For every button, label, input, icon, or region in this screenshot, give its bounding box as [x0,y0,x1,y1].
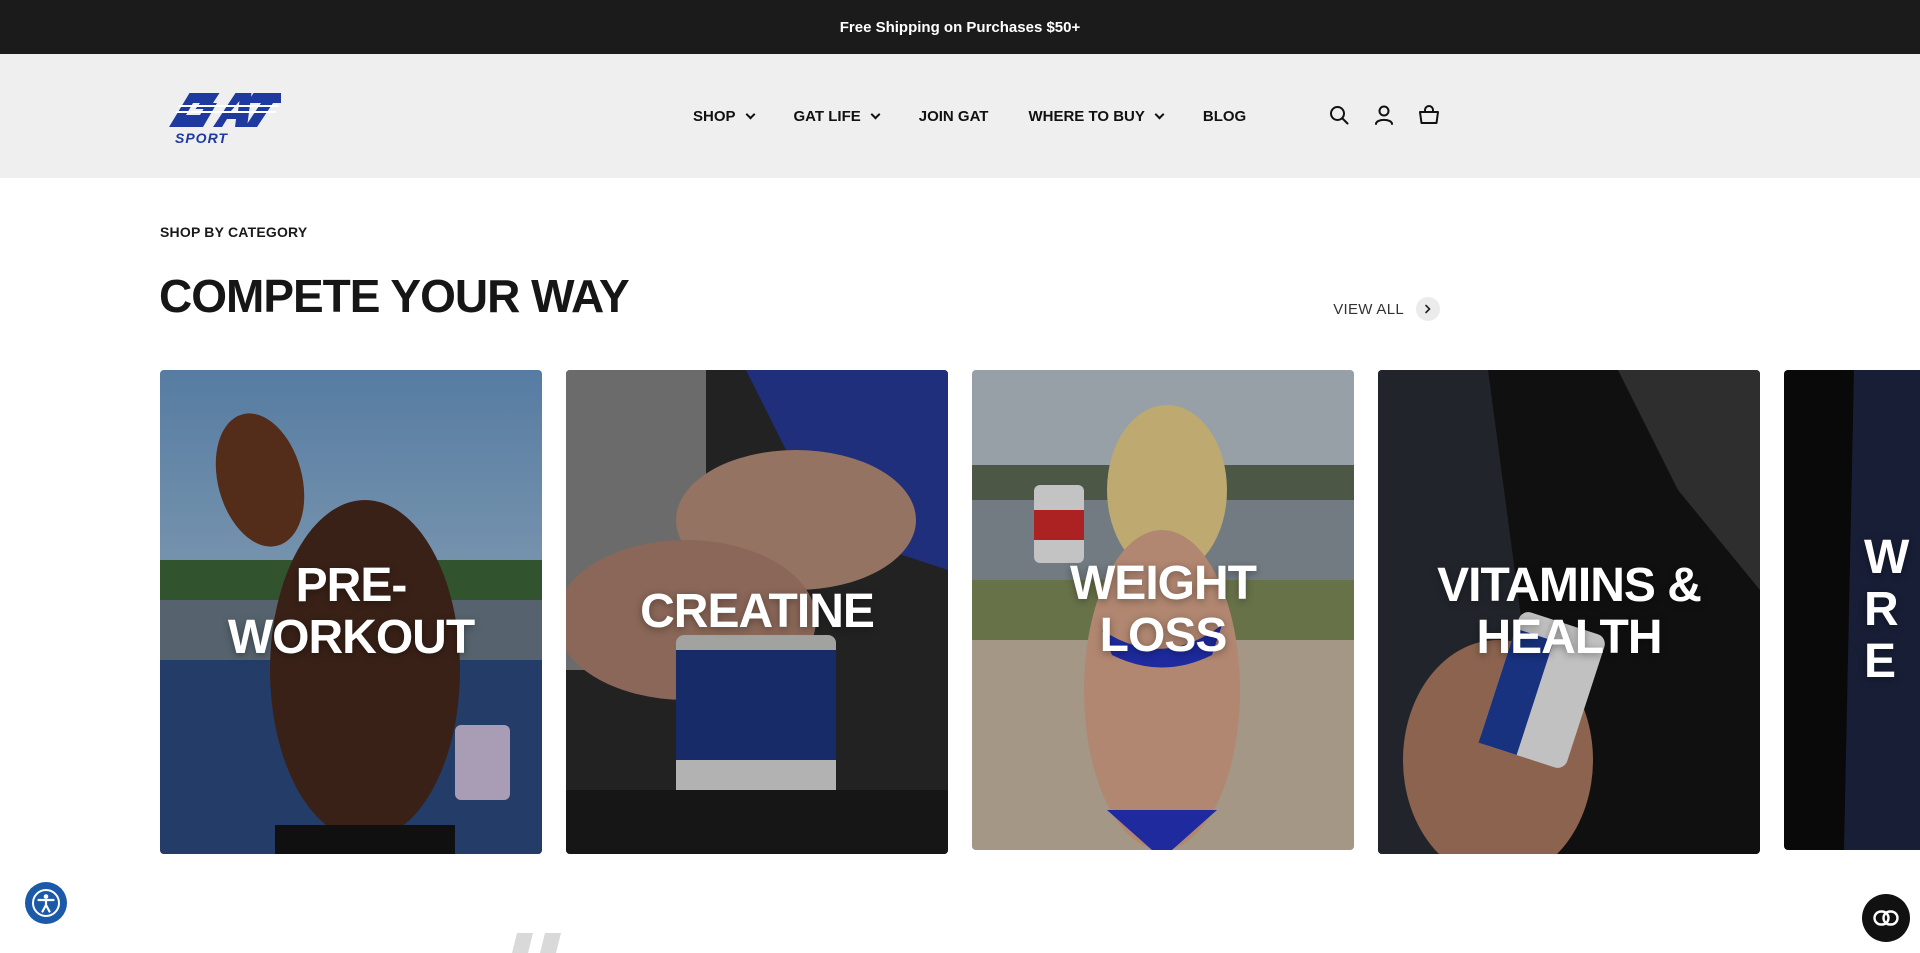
header-actions [1326,102,1442,128]
category-card-weight-loss[interactable]: WEIGHT LOSS [972,370,1354,850]
cart-icon[interactable] [1416,102,1442,128]
nav-join-gat-label: JOIN GAT [918,107,989,125]
nav-shop[interactable]: SHOP [693,107,755,125]
category-title: VITAMINS & HEALTH [1437,559,1702,664]
category-title: PRE-WORKOUT [227,559,475,664]
category-card-partial[interactable]: W RE [1784,370,1920,850]
site-header: SPORT SHOP GAT LIFE JOIN GAT WHERE TO BU… [0,54,1920,178]
nav-where-to-buy[interactable]: WHERE TO BUY [1028,107,1165,125]
chat-icon [1873,910,1899,926]
chevron-right-icon [1416,297,1440,321]
section-eyebrow: SHOP BY CATEGORY [160,224,308,240]
category-title: WEIGHT LOSS [1070,557,1257,662]
category-title: W RE [1784,370,1920,850]
quote-icon [505,925,575,953]
view-all-label: VIEW ALL [1333,300,1404,318]
logo-subtext: SPORT [175,130,228,146]
account-icon[interactable] [1371,102,1397,128]
category-card-vitamins-health[interactable]: VITAMINS & HEALTH [1378,370,1760,854]
main-nav: SHOP GAT LIFE JOIN GAT WHERE TO BUY BLOG [693,54,1246,178]
category-card-creatine[interactable]: CREATINE [566,370,948,854]
chevron-down-icon [745,109,755,119]
nav-gat-life[interactable]: GAT LIFE [793,107,881,125]
nav-blog-label: BLOG [1202,107,1247,125]
nav-shop-label: SHOP [693,107,736,125]
announcement-bar: Free Shipping on Purchases $50+ [0,0,1920,54]
partial-category-label: W RE [1864,531,1909,688]
category-card-pre-workout[interactable]: PRE-WORKOUT [160,370,542,854]
view-all-link[interactable]: VIEW ALL [1333,297,1440,321]
chevron-down-icon [870,109,881,119]
accessibility-button[interactable] [25,882,67,924]
nav-join-gat[interactable]: JOIN GAT [919,108,989,125]
nav-where-to-buy-label: WHERE TO BUY [1028,107,1145,125]
chat-button[interactable] [1862,894,1910,942]
search-icon[interactable] [1326,102,1352,128]
nav-blog[interactable]: BLOG [1203,108,1246,125]
chevron-down-icon [1154,109,1165,119]
category-title: CREATINE [640,585,875,638]
announcement-text: Free Shipping on Purchases $50+ [839,18,1081,36]
accessibility-icon [32,889,60,917]
nav-gat-life-label: GAT LIFE [793,107,861,125]
section-title: COMPETE YOUR WAY [159,270,630,322]
gat-sport-logo[interactable]: SPORT [165,87,281,147]
